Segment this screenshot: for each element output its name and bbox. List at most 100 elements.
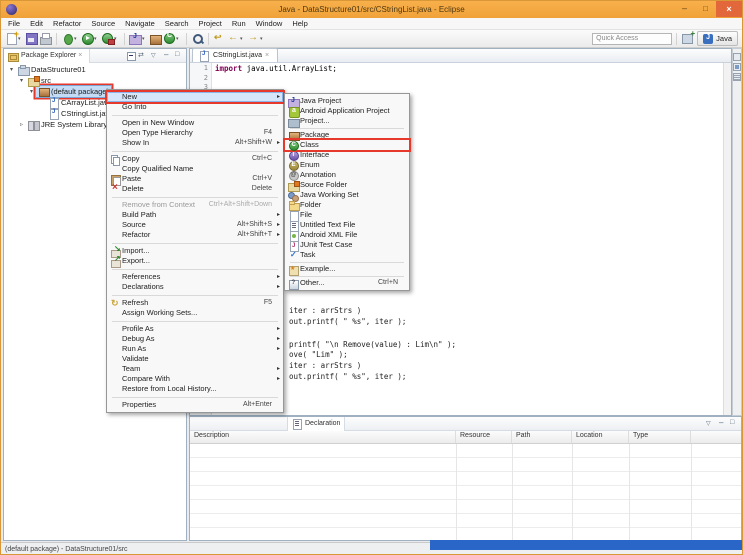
context-menu-item[interactable]: Run As	[107, 344, 283, 354]
context-menu-item[interactable]: Build Path	[107, 210, 283, 220]
tree-item[interactable]: src	[4, 75, 186, 87]
close-view-icon[interactable]	[78, 52, 85, 59]
context-menu-item[interactable]: Open Type Hierarchy F4	[107, 128, 283, 138]
context-menu-item[interactable]: Refresh F5	[107, 298, 283, 308]
expand-arrow-icon[interactable]	[17, 77, 26, 84]
new-submenu-item[interactable]: Folder	[285, 200, 409, 211]
context-menu-item[interactable]: Properties Alt+Enter	[107, 400, 283, 410]
minimize-icon[interactable]	[717, 418, 727, 429]
context-menu-item[interactable]: Assign Working Sets...	[107, 308, 283, 318]
view-menu-icon[interactable]	[150, 51, 160, 61]
close-window-button[interactable]	[716, 1, 742, 17]
new-submenu-item[interactable]: Example...	[285, 264, 409, 276]
context-menu-item[interactable]: Paste Ctrl+V	[107, 174, 283, 186]
new-submenu-item[interactable]: Java Working Set	[285, 190, 409, 202]
new-submenu-item[interactable]: JUnit Test Case	[285, 240, 409, 252]
tree-item[interactable]: DataStructure01	[4, 64, 186, 76]
new-submenu-item[interactable]: Android Application Project	[285, 106, 409, 118]
print-icon[interactable]	[39, 32, 52, 45]
task-list-icon[interactable]	[733, 63, 741, 71]
menubar-item[interactable]: File	[3, 18, 25, 30]
context-menu-item[interactable]: Profile As	[107, 324, 283, 334]
expand-arrow-icon[interactable]	[17, 121, 26, 128]
context-menu-item[interactable]: Source Alt+Shift+S	[107, 220, 283, 230]
view-menu-icon[interactable]	[705, 419, 715, 429]
quick-access-input[interactable]	[592, 32, 673, 45]
new-submenu-item[interactable]: Source Folder	[285, 180, 409, 192]
new-submenu-item[interactable]: Class	[285, 140, 409, 151]
package-explorer-tab[interactable]: Package Explorer	[4, 49, 91, 63]
new-submenu-item[interactable]: Annotation	[285, 170, 409, 181]
overview-ruler[interactable]	[723, 63, 731, 415]
new-submenu-item[interactable]: Android XML File	[285, 230, 409, 242]
context-menu-item[interactable]: Delete Delete	[107, 183, 283, 194]
new-package-icon[interactable]	[149, 32, 162, 45]
restore-icon[interactable]	[733, 53, 741, 61]
collapse-all-icon[interactable]	[126, 51, 136, 61]
context-menu-item[interactable]: Team	[107, 364, 283, 374]
new-submenu-item[interactable]: Task	[285, 250, 409, 260]
declaration-tab[interactable]: Declaration	[287, 417, 346, 431]
menubar-item[interactable]: Window	[251, 18, 288, 30]
menubar-item[interactable]: Search	[160, 18, 194, 30]
context-menu-item[interactable]: Go Into	[107, 102, 283, 112]
context-menu-item[interactable]: Show In Alt+Shift+W	[107, 138, 283, 148]
forward-icon[interactable]	[247, 32, 266, 45]
link-with-editor-icon[interactable]	[138, 51, 148, 61]
menubar-item[interactable]: Help	[287, 18, 312, 30]
context-menu-item[interactable]: Compare With	[107, 374, 283, 384]
new-wizard-icon[interactable]	[5, 29, 24, 45]
context-menu-item[interactable]: Declarations	[107, 282, 283, 292]
maximize-window-button[interactable]	[695, 1, 716, 15]
search-icon[interactable]	[191, 32, 204, 45]
context-menu-item[interactable]: Debug As	[107, 334, 283, 344]
context-menu-item[interactable]: Export...	[107, 254, 283, 268]
new-submenu-item[interactable]: Package	[285, 130, 409, 141]
maximize-icon[interactable]	[729, 419, 739, 429]
table-column-header[interactable]: Path	[512, 431, 572, 443]
close-tab-icon[interactable]	[265, 52, 272, 59]
context-menu-item[interactable]: Open in New Window	[107, 118, 283, 128]
table-column-header[interactable]: Resource	[456, 431, 512, 443]
last-edit-location-icon[interactable]	[213, 32, 226, 45]
maximize-icon[interactable]	[174, 51, 184, 61]
table-column-header[interactable]: Type	[629, 431, 691, 443]
table-column-header[interactable]: Location	[572, 431, 629, 443]
context-menu-item[interactable]: Refactor Alt+Shift+T	[107, 230, 283, 240]
outline-icon[interactable]	[733, 73, 741, 81]
new-submenu-item[interactable]: Java Project	[285, 96, 409, 108]
menubar-item[interactable]: Edit	[25, 18, 48, 30]
context-menu-item[interactable]: Remove from Context Ctrl+Alt+Shift+Down	[107, 200, 283, 210]
new-submenu-item[interactable]: File	[285, 210, 409, 222]
open-perspective-icon[interactable]	[681, 29, 695, 45]
save-icon[interactable]	[25, 32, 38, 45]
context-menu-item[interactable]: Copy Qualified Name	[107, 164, 283, 174]
debug-icon[interactable]	[61, 32, 80, 45]
java-perspective-button[interactable]: Java	[697, 31, 738, 46]
context-menu-item[interactable]: Copy Ctrl+C	[107, 154, 283, 166]
context-menu-item[interactable]: References	[107, 272, 283, 282]
new-submenu-item[interactable]: Interface	[285, 150, 409, 161]
minimize-icon[interactable]	[162, 50, 172, 61]
new-class-icon[interactable]	[163, 32, 182, 45]
run-icon[interactable]	[81, 32, 100, 45]
minimize-window-button[interactable]	[674, 1, 695, 15]
new-submenu-item[interactable]: Untitled Text File	[285, 220, 409, 232]
new-submenu-item[interactable]: Other... Ctrl+N	[285, 278, 409, 290]
menubar-item[interactable]: Source	[86, 18, 120, 30]
menubar-item[interactable]: Run	[227, 18, 251, 30]
new-java-project-icon[interactable]	[129, 32, 148, 45]
expand-arrow-icon[interactable]	[27, 88, 36, 95]
context-menu-item[interactable]: Import...	[107, 244, 283, 258]
new-submenu-item[interactable]: Enum	[285, 160, 409, 171]
context-menu-item[interactable]: New	[107, 92, 283, 102]
context-menu-item[interactable]: Restore from Local History...	[107, 384, 283, 394]
menubar-item[interactable]: Refactor	[48, 18, 86, 30]
new-submenu-item[interactable]: Project...	[285, 116, 409, 128]
back-icon[interactable]	[227, 32, 246, 45]
context-menu-item[interactable]: Validate	[107, 354, 283, 364]
expand-arrow-icon[interactable]	[7, 66, 16, 73]
table-column-header[interactable]: Description	[190, 431, 456, 443]
external-tools-icon[interactable]	[101, 32, 120, 45]
menubar-item[interactable]: Project	[194, 18, 227, 30]
